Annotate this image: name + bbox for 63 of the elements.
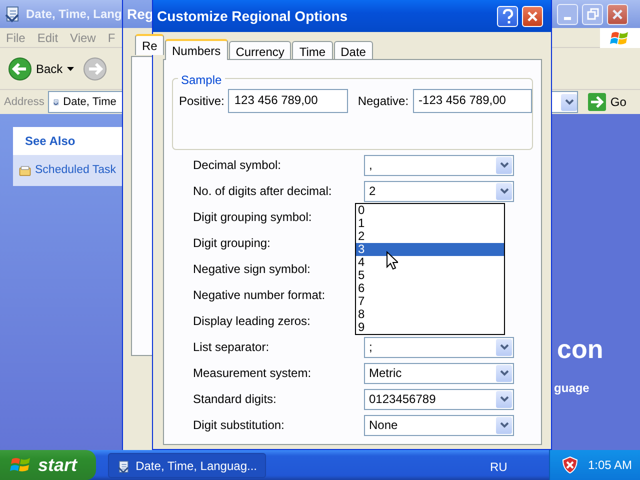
chevron-down-icon <box>500 344 508 350</box>
dropdown-option[interactable]: 7 <box>356 295 504 308</box>
setting-label: Measurement system: <box>193 365 312 382</box>
window-title: Date, Time, Lang <box>26 6 122 23</box>
dialog-title: Customize Regional Options <box>157 6 348 26</box>
dropdown-option[interactable]: 8 <box>356 308 504 321</box>
address-label: Address <box>4 94 44 110</box>
go-button[interactable]: Go <box>582 92 632 112</box>
task-link[interactable]: Scheduled Task <box>13 155 122 186</box>
setting-label: Standard digits: <box>193 391 276 408</box>
setting-label: Digit grouping: <box>193 235 270 252</box>
caret-icon[interactable] <box>66 66 75 72</box>
tab[interactable]: Date <box>334 41 373 59</box>
minimize-icon <box>564 16 571 20</box>
setting-label: Digit substitution: <box>193 417 284 434</box>
tab[interactable]: Time <box>292 41 333 59</box>
dropdown[interactable]: None <box>364 414 514 436</box>
dropdown-option[interactable]: 3 <box>356 243 504 256</box>
setting-label: Display leading zeros: <box>193 313 310 330</box>
chevron-down-icon <box>500 162 508 168</box>
tab[interactable]: Currency <box>228 41 292 59</box>
chevron-down-icon <box>500 396 508 402</box>
go-arrow-icon <box>588 93 606 111</box>
cursor-icon <box>386 251 398 270</box>
tab[interactable]: Numbers <box>165 39 228 60</box>
restore-icon <box>586 8 598 20</box>
close-button[interactable] <box>522 6 543 26</box>
link-text[interactable]: guage <box>554 379 590 397</box>
dropdown-option[interactable]: 6 <box>356 282 504 295</box>
dialog-tab[interactable]: Re <box>135 34 164 55</box>
dropdown-option[interactable]: 5 <box>356 269 504 282</box>
chevron-down-icon <box>500 188 508 194</box>
setting-label: Negative number format: <box>193 287 326 304</box>
dropdown[interactable]: 2 <box>364 180 514 202</box>
start-button[interactable]: start <box>0 450 96 480</box>
dropdown[interactable]: , <box>364 154 514 176</box>
dropdown-option[interactable]: 9 <box>356 321 504 334</box>
setting-label: Digit grouping symbol: <box>193 209 312 226</box>
dropdown[interactable]: 0123456789 <box>364 388 514 410</box>
forward-button[interactable] <box>82 56 107 80</box>
dropdown[interactable]: Metric <box>364 362 514 384</box>
dropdown-option[interactable]: 1 <box>356 217 504 230</box>
heading-text: con <box>557 333 604 366</box>
chevron-down-icon <box>500 422 508 428</box>
setting-label: Decimal symbol: <box>193 157 282 174</box>
shield-icon[interactable] <box>562 456 578 474</box>
dropdown[interactable]: ; <box>364 336 514 358</box>
language-indicator[interactable]: RU <box>490 458 508 476</box>
dropdown-option[interactable]: 2 <box>356 230 504 243</box>
setting-label: Negative sign symbol: <box>193 261 310 278</box>
setting-label: No. of digits after decimal: <box>193 183 332 200</box>
back-button[interactable]: Back <box>8 56 63 80</box>
help-button[interactable] <box>497 6 518 26</box>
chevron-down-icon <box>500 370 508 376</box>
see-also-heading: See Also <box>13 127 122 155</box>
dropdown-option[interactable]: 0 <box>356 204 504 217</box>
clock: 1:05 AM <box>588 457 632 474</box>
help-icon <box>502 8 514 24</box>
taskbar-button[interactable]: Date, Time, Languag... <box>108 453 266 478</box>
close-button[interactable] <box>607 4 628 24</box>
dropdown-option[interactable]: 4 <box>356 256 504 269</box>
folder-icon <box>19 164 32 178</box>
setting-label: List separator: <box>193 339 270 356</box>
